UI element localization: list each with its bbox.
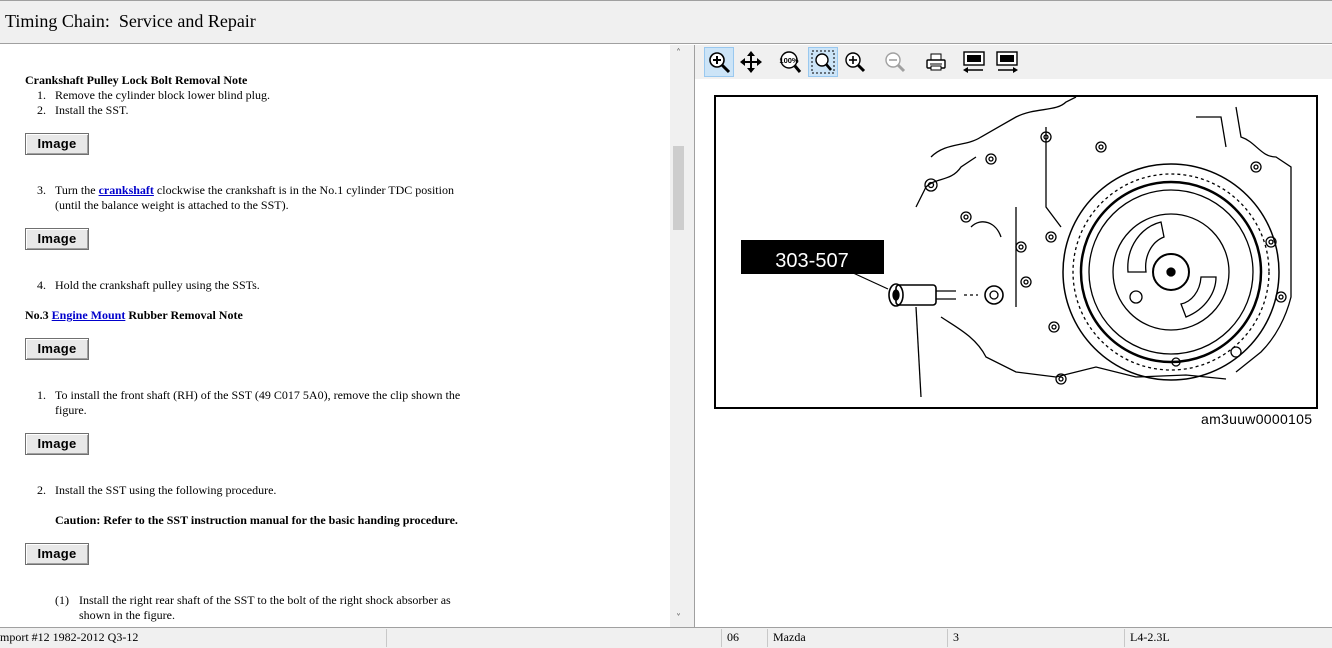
status-divider (721, 629, 722, 647)
status-divider (947, 629, 948, 647)
image-button[interactable]: Image (25, 338, 89, 360)
status-engine: L4-2.3L (1130, 630, 1170, 644)
window-title: Timing Chain: Service and Repair (5, 11, 256, 31)
status-divider (767, 629, 768, 647)
scroll-down-icon[interactable]: ˅ (670, 610, 687, 627)
zoom-fit-icon[interactable] (808, 47, 838, 77)
status-page: 3 (953, 630, 959, 644)
actual-size-icon[interactable]: 100% (775, 47, 805, 77)
image-button[interactable]: Image (25, 228, 89, 250)
step-text: Install the SST using the following proc… (55, 483, 277, 497)
technical-illustration[interactable]: 303-507 (714, 95, 1318, 409)
caution-note: Caution: Refer to the SST instruction ma… (55, 513, 458, 527)
zoom-in-icon[interactable] (840, 47, 870, 77)
status-code: 06 (727, 630, 739, 644)
image-button[interactable]: Image (25, 543, 89, 565)
viewer-toolbar: 100% (695, 45, 1332, 79)
previous-image-icon[interactable] (959, 47, 989, 77)
pan-tool-icon[interactable] (736, 47, 766, 77)
step-number: 1. (37, 88, 46, 102)
step-text-part: Turn the (55, 183, 99, 197)
status-divider (386, 629, 387, 647)
section-heading-crankshaft-pulley: Crankshaft Pulley Lock Bolt Removal Note (25, 73, 248, 87)
step-number: 2. (37, 483, 46, 497)
step-text: Turn the crankshaft clockwise the cranks… (55, 183, 454, 198)
step-text: Remove the cylinder block lower blind pl… (55, 88, 270, 102)
step-text: Install the SST. (55, 103, 129, 117)
substep-number: (1) (55, 593, 69, 607)
engine-mount-link[interactable]: Engine Mount (52, 308, 126, 322)
pane-splitter[interactable] (687, 45, 695, 627)
crankshaft-link[interactable]: crankshaft (99, 183, 154, 197)
step-number: 2. (37, 103, 46, 117)
zoom-in-tool-icon[interactable] (704, 47, 734, 77)
print-icon[interactable] (921, 47, 951, 77)
heading-part: No.3 (25, 308, 52, 322)
document-pane[interactable]: Crankshaft Pulley Lock Bolt Removal Note… (0, 45, 670, 627)
scroll-thumb[interactable] (673, 146, 684, 230)
step-text: Install the right rear shaft of the SST … (79, 593, 451, 607)
step-text: figure. (55, 403, 87, 417)
sst-number-label: 303-507 (775, 250, 848, 272)
status-import: mport #12 1982-2012 Q3-12 (0, 630, 139, 644)
image-button[interactable]: Image (25, 133, 89, 155)
step-text: (until the balance weight is attached to… (55, 198, 289, 212)
status-bar: mport #12 1982-2012 Q3-12 06 Mazda 3 L4-… (0, 627, 1332, 648)
illustration-drawing: 303-507 (741, 97, 1292, 398)
step-text: Hold the crankshaft pulley using the SST… (55, 278, 260, 292)
step-number: 4. (37, 278, 46, 292)
actual-size-label: 100% (779, 56, 799, 65)
scroll-up-icon[interactable]: ˄ (670, 45, 687, 62)
step-text-part: clockwise the crankshaft is in the No.1 … (153, 183, 454, 197)
section-heading-engine-mount: No.3 Engine Mount Rubber Removal Note (25, 308, 243, 323)
document-scrollbar[interactable]: ˄ ˅ (670, 45, 687, 627)
title-bar: Timing Chain: Service and Repair (0, 0, 1332, 44)
figure-caption: am3uuw0000105 (1201, 411, 1313, 427)
step-number: 1. (37, 388, 46, 402)
image-viewer: 100% 303-507 am3uuw0000105 (695, 45, 1332, 627)
status-divider (1124, 629, 1125, 647)
step-text: shown in the figure. (79, 608, 175, 622)
next-image-icon[interactable] (992, 47, 1022, 77)
step-text: To install the front shaft (RH) of the S… (55, 388, 461, 402)
status-make: Mazda (773, 630, 806, 644)
heading-part: Rubber Removal Note (125, 308, 243, 322)
step-number: 3. (37, 183, 46, 197)
image-button[interactable]: Image (25, 433, 89, 455)
zoom-out-icon[interactable] (880, 47, 910, 77)
